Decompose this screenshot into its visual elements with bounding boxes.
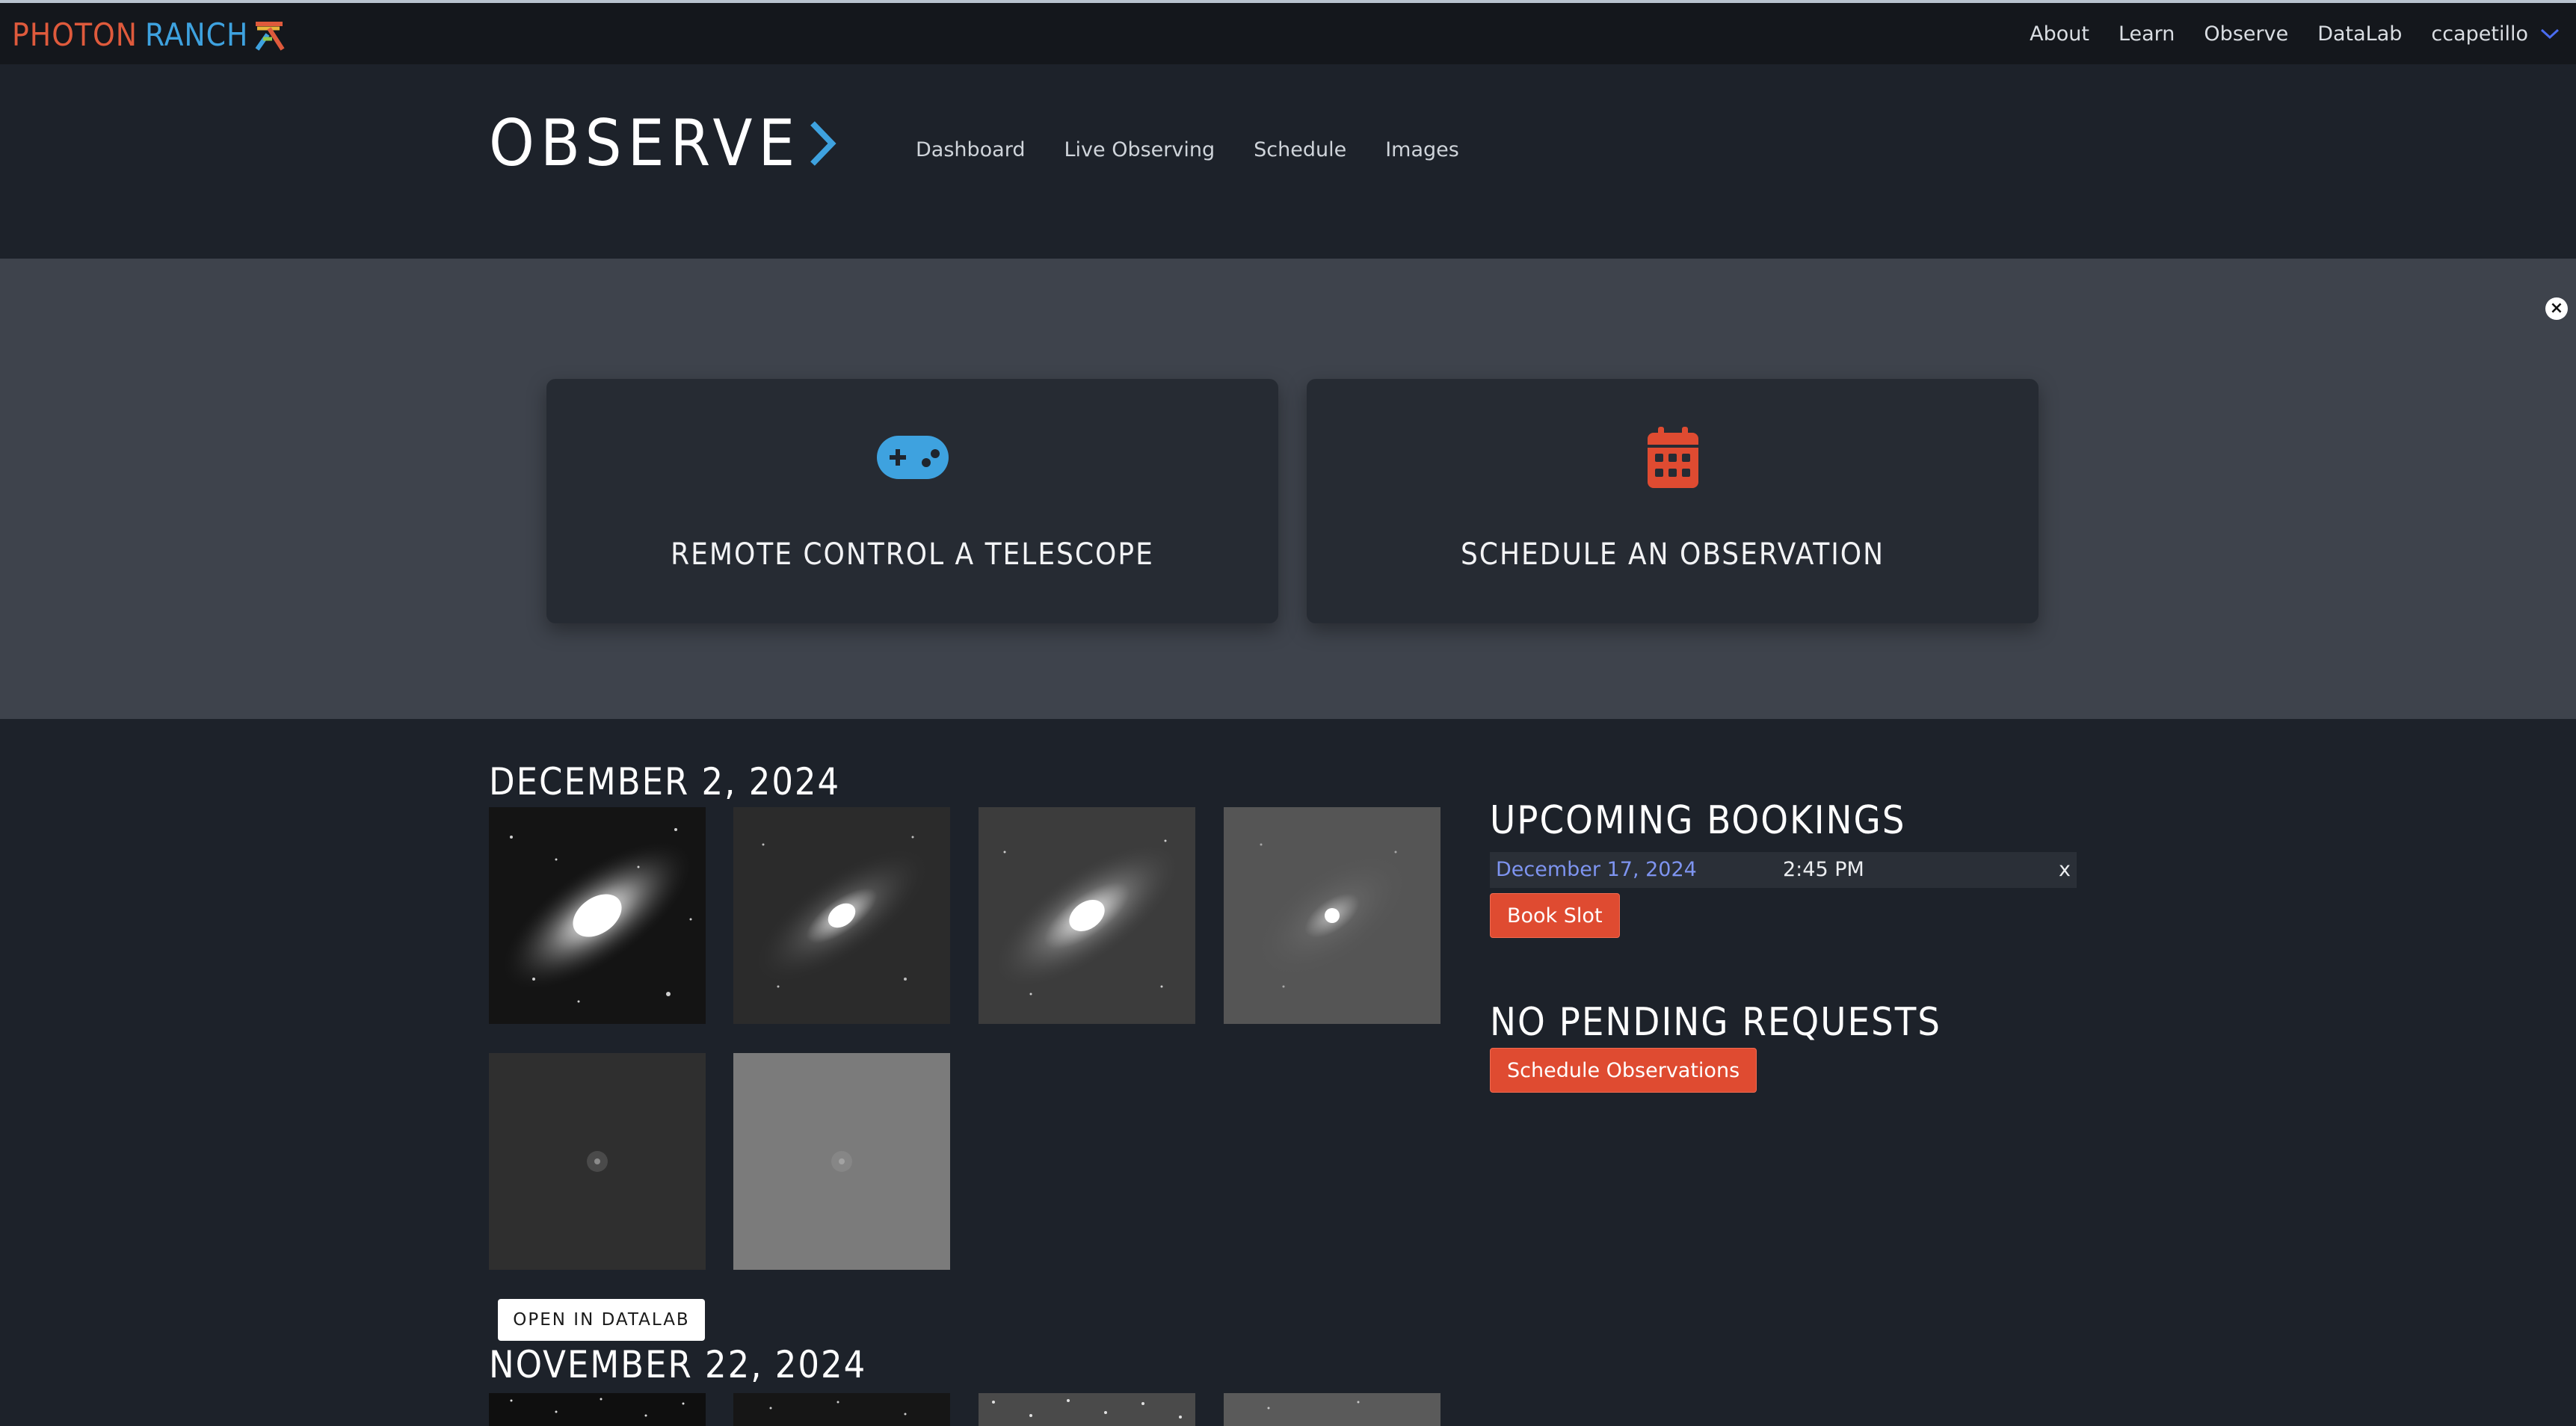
remote-control-label: REMOTE CONTROL A TELESCOPE	[671, 537, 1154, 572]
subnav-images[interactable]: Images	[1385, 138, 1459, 161]
galaxy-image	[489, 1053, 706, 1270]
remove-booking-button[interactable]: x	[2059, 852, 2071, 888]
user-name: ccapetillo	[2431, 22, 2528, 46]
gamepad-icon	[876, 436, 949, 479]
image-thumbnail[interactable]	[1224, 807, 1440, 1024]
booking-date[interactable]: December 17, 2024	[1496, 852, 1697, 888]
calendar-icon	[1647, 427, 1698, 488]
nav-link-learn[interactable]: Learn	[2119, 22, 2175, 46]
starfield-image	[1224, 1393, 1440, 1426]
nav-link-observe[interactable]: Observe	[2204, 22, 2288, 46]
subnav-live-observing[interactable]: Live Observing	[1064, 138, 1215, 161]
nav-link-datalab[interactable]: DataLab	[2317, 22, 2402, 46]
image-thumbnail[interactable]	[489, 1053, 706, 1270]
session-date-heading: NOVEMBER 22, 2024	[489, 1343, 867, 1386]
subnav-dashboard[interactable]: Dashboard	[916, 138, 1025, 161]
open-in-datalab-button[interactable]: OPEN IN DATALAB	[498, 1299, 705, 1341]
booking-row: December 17, 2024 2:45 PM x	[1490, 852, 2077, 888]
image-thumbnail[interactable]	[1224, 1393, 1440, 1426]
close-banner-button[interactable]: ×	[2545, 297, 2568, 320]
page-title: OBSERVE	[489, 106, 838, 181]
image-thumbnail[interactable]	[489, 807, 706, 1024]
image-thumbnail[interactable]	[733, 807, 950, 1024]
image-thumbnail[interactable]	[979, 1393, 1195, 1426]
user-menu[interactable]: ccapetillo	[2431, 22, 2561, 46]
book-slot-button[interactable]: Book Slot	[1490, 893, 1620, 938]
booking-time: 2:45 PM	[1783, 858, 1864, 881]
remote-control-card[interactable]: REMOTE CONTROL A TELESCOPE	[546, 379, 1278, 623]
schedule-observation-card[interactable]: SCHEDULE AN OBSERVATION	[1307, 379, 2039, 623]
starfield-image	[489, 1393, 706, 1426]
galaxy-image	[489, 807, 706, 1024]
galaxy-image	[733, 807, 950, 1024]
logo-mark-icon	[256, 22, 286, 51]
nav-link-about[interactable]: About	[2030, 22, 2089, 46]
image-thumbnail[interactable]	[733, 1053, 950, 1270]
logo-text-ranch: RANCH	[145, 16, 249, 53]
observe-subnav: Dashboard Live Observing Schedule Images	[916, 129, 1498, 170]
photon-ranch-logo[interactable]: PHOTON RANCH	[12, 16, 287, 54]
galaxy-image	[979, 807, 1195, 1024]
upcoming-bookings-heading: UPCOMING BOOKINGS	[1490, 798, 1906, 843]
logo-text-photon: PHOTON	[12, 16, 138, 53]
dashboard-main: DECEMBER 2, 2024 OPEN IN DATALAB NOVEMBE…	[0, 719, 2576, 1426]
session-date-heading: DECEMBER 2, 2024	[489, 760, 841, 803]
galaxy-image	[733, 1053, 950, 1270]
schedule-observations-button[interactable]: Schedule Observations	[1490, 1048, 1757, 1093]
pending-requests-heading: NO PENDING REQUESTS	[1490, 1000, 1941, 1045]
quick-actions-banner: × REMOTE CONTROL A TELESCOPE SCHEDULE AN…	[0, 259, 2576, 719]
image-thumbnail[interactable]	[733, 1393, 950, 1426]
image-thumbnail[interactable]	[979, 807, 1195, 1024]
observe-header: OBSERVE Dashboard Live Observing Schedul…	[0, 64, 2576, 259]
starfield-image	[979, 1393, 1195, 1426]
top-nav-links: About Learn Observe DataLab ccapetillo	[2000, 3, 2561, 64]
page-title-text: OBSERVE	[489, 106, 801, 181]
chevron-right-icon	[810, 121, 836, 166]
starfield-image	[733, 1393, 950, 1426]
image-thumbnail[interactable]	[489, 1393, 706, 1426]
chevron-down-icon	[2540, 28, 2560, 40]
galaxy-image	[1224, 807, 1440, 1024]
top-navbar: PHOTON RANCH About Learn Observe DataLab…	[0, 3, 2576, 64]
subnav-schedule[interactable]: Schedule	[1254, 138, 1346, 161]
schedule-observation-label: SCHEDULE AN OBSERVATION	[1460, 537, 1885, 572]
